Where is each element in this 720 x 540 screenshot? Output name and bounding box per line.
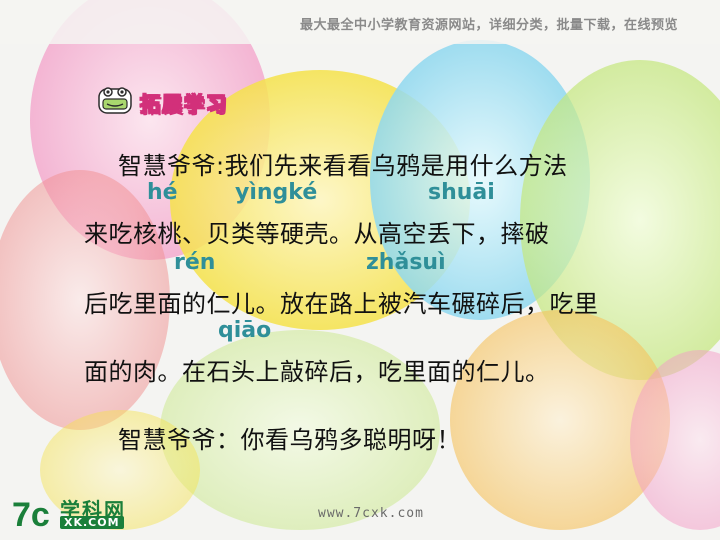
- passage-line-4: 面的肉。在石头上敲碎后，吃里面的仁儿。: [84, 358, 550, 386]
- passage-line-5: 智慧爷爷：你看乌鸦多聪明呀！: [118, 426, 461, 454]
- pinyin-qiao: qiāo: [218, 318, 272, 343]
- passage-line-3: 后吃里面的仁儿。放在路上被汽车碾碎后，吃里: [84, 290, 599, 318]
- pinyin-ren: rén: [174, 250, 216, 275]
- pinyin-shuai: shuāi: [428, 180, 495, 205]
- pinyin-zhasui: zhǎsuì: [366, 250, 446, 275]
- passage-line-1: 智慧爷爷:我们先来看看乌鸦是用什么方法: [118, 152, 568, 180]
- site-banner: 最大最全中小学教育资源网站，详细分类，批量下载，在线预览: [299, 18, 678, 33]
- frog-face-icon: [98, 87, 132, 114]
- decorative-background: [0, 0, 720, 540]
- passage-line-2: 来吃核桃、贝类等硬壳。从高空丢下，摔破: [84, 220, 550, 248]
- section-title: 拓展学习: [140, 92, 228, 117]
- pinyin-he: hé: [147, 180, 178, 205]
- footer-url[interactable]: www.7cxk.com: [318, 506, 424, 521]
- pinyin-yingke: yìngké: [235, 180, 318, 205]
- logo-mark: 7c: [12, 496, 50, 534]
- logo-subtitle: XK.COM: [60, 516, 124, 529]
